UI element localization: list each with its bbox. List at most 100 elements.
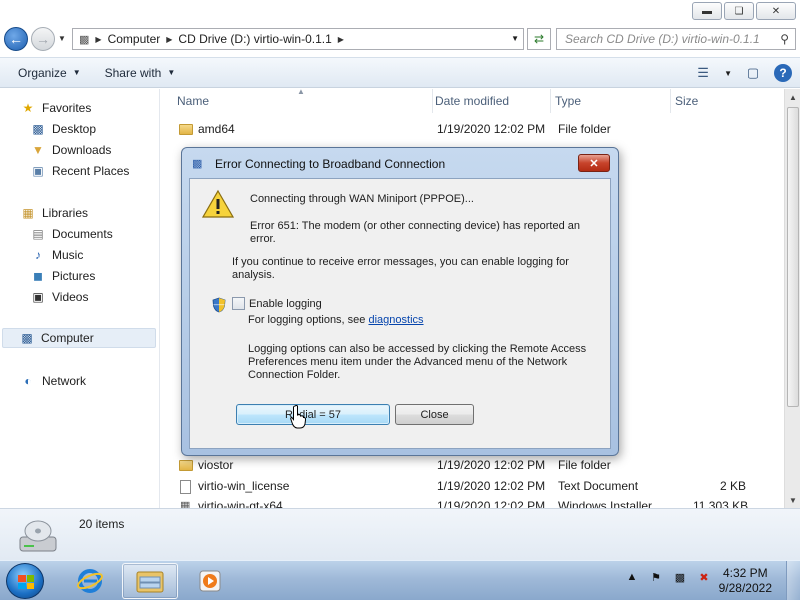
downloads-folder-icon: ▼ [32,143,44,157]
warning-icon [202,189,234,218]
organize-menu[interactable]: Organize ▼ [18,66,81,80]
search-placeholder: Search CD Drive (D:) virtio-win-0.1.1 [565,32,760,46]
file-date: 1/19/2020 12:02 PM [437,479,546,493]
diagnostics-link[interactable]: diagnostics [368,314,423,326]
nav-downloads[interactable]: ▼ Downloads [30,140,111,160]
maximize-button[interactable]: ❏ [724,2,754,20]
folder-icon [179,460,193,471]
installer-icon: ▦ [180,500,191,508]
breadcrumb-cd-drive[interactable]: CD Drive (D:) virtio-win-0.1.1 [178,32,331,46]
column-label: Type [555,94,582,108]
nav-computer[interactable]: ▩ Computer [2,328,156,348]
view-dropdown-icon[interactable]: ▼ [724,69,732,78]
nav-favorites[interactable]: ★ Favorites [20,98,92,118]
view-options-icon[interactable]: ☰ [692,63,714,83]
file-size: 2 KB [720,479,747,493]
taskbar-windows-explorer[interactable] [122,563,178,599]
address-bar[interactable]: ▩ ▶ Computer ▶ CD Drive (D:) virtio-win-… [72,28,524,50]
column-label: Size [675,94,699,108]
nav-music[interactable]: ♪ Music [30,245,83,265]
command-bar: Organize ▼ Share with ▼ ☰ ▼ ▢ ? [0,57,800,88]
media-player-icon [199,570,221,592]
window-close-button[interactable]: ✕ [756,2,796,20]
text-document-icon [180,480,191,494]
table-row[interactable]: ▦ virtio-win-gt-x64 1/19/2020 12:02 PM W… [177,497,763,508]
pictures-icon: ◼ [33,269,43,283]
redial-button[interactable]: Redial = 57 [236,404,390,425]
nav-pictures[interactable]: ◼ Pictures [30,266,95,286]
taskbar-media-player[interactable] [182,563,238,599]
window-titlebar: ▬ ❏ ✕ [0,0,800,24]
breadcrumb-separator-icon[interactable]: ▶ [338,35,344,44]
nav-label: Recent Places [52,164,130,178]
nav-label: Desktop [52,122,97,136]
dialog-close-button[interactable]: ✕ [578,154,610,172]
table-row[interactable]: viostor 1/19/2020 12:02 PM File folder [177,455,763,476]
show-desktop-button[interactable] [786,561,800,600]
share-with-menu[interactable]: Share with ▼ [105,66,176,80]
nav-documents[interactable]: ▤ Documents [30,224,113,244]
access-info-line: Logging options can also be accessed by … [248,343,587,355]
vertical-scrollbar[interactable]: ▲ ▼ [784,89,800,508]
nav-label: Libraries [42,206,89,220]
navigation-pane: ★ Favorites ▩ Desktop ▼ Downloads ▣ Rece… [0,89,160,508]
minimize-button[interactable]: ▬ [692,2,722,20]
table-row[interactable]: virtio-win_license 1/19/2020 12:02 PM Te… [177,476,763,497]
forward-arrow-icon: → [36,31,50,47]
forward-button[interactable]: → [31,27,55,51]
close-button-label: Close [420,408,449,421]
taskbar-internet-explorer[interactable] [62,563,118,599]
action-center-flag-icon[interactable]: ⚑ [648,569,664,585]
breadcrumb-computer[interactable]: Computer [108,32,161,46]
nav-recent-places[interactable]: ▣ Recent Places [30,161,129,181]
column-header-size[interactable]: Size [675,89,751,113]
column-header-type[interactable]: Type [555,89,671,113]
scroll-thumb[interactable] [787,107,799,407]
folder-icon [136,571,164,593]
scroll-up-icon[interactable]: ▲ [785,89,800,105]
breadcrumb-separator-icon[interactable]: ▶ [166,35,172,44]
nav-label: Videos [52,290,89,304]
logging-options-text: For logging options, see [248,314,366,326]
start-button[interactable] [6,563,44,599]
scroll-down-icon[interactable]: ▼ [785,492,800,508]
nav-libraries[interactable]: ▦ Libraries [20,203,88,223]
refresh-button[interactable]: ⇄ [527,28,551,50]
address-row: ← → ▼ ▩ ▶ Computer ▶ CD Drive (D:) virti… [0,24,800,56]
hand-cursor-icon [290,405,306,429]
clock[interactable]: 4:32 PM 9/28/2022 [719,566,772,596]
close-icon: ✕ [589,157,599,170]
share-with-label: Share with [104,65,162,80]
nav-desktop[interactable]: ▩ Desktop [30,119,96,139]
table-row[interactable]: amd64 1/19/2020 12:02 PM File folder [177,119,763,140]
chevron-down-icon: ▼ [72,68,81,77]
nav-network[interactable]: ◐ Network [20,371,86,391]
connecting-text: Connecting through WAN Miniport (PPPOE).… [250,193,474,205]
back-button[interactable]: ← [4,27,28,51]
enable-logging-label[interactable]: Enable logging [249,298,322,311]
nav-label: Documents [52,227,113,241]
file-name: virtio-win-gt-x64 [198,499,283,508]
preview-pane-icon[interactable]: ▢ [742,63,764,83]
volume-muted-icon[interactable]: ✖ [696,569,712,585]
network-disconnected-icon[interactable]: ▩ [672,569,688,585]
item-count: 20 items [79,517,125,531]
details-pane: 20 items [0,508,800,560]
enable-logging-checkbox[interactable] [232,297,245,310]
column-header-name[interactable]: Name [177,89,433,113]
nav-videos[interactable]: ▣ Videos [30,287,88,307]
recent-pages-dropdown[interactable]: ▼ [58,34,66,43]
internet-explorer-icon [77,569,103,593]
search-input[interactable]: Search CD Drive (D:) virtio-win-0.1.1 ⚲ [556,28,796,50]
help-icon[interactable]: ? [774,64,792,82]
show-hidden-icons-icon[interactable]: ▲ [624,569,640,585]
address-dropdown-icon[interactable]: ▼ [511,34,519,43]
file-size: 11,303 KB [693,499,749,508]
breadcrumb-separator-icon[interactable]: ▶ [95,35,101,44]
folder-icon [179,124,193,135]
close-button[interactable]: Close [395,404,474,425]
file-date: 1/19/2020 12:02 PM [437,458,546,472]
star-icon: ★ [22,101,34,115]
cd-drive-icon [19,520,57,552]
column-header-date[interactable]: Date modified [435,89,551,113]
